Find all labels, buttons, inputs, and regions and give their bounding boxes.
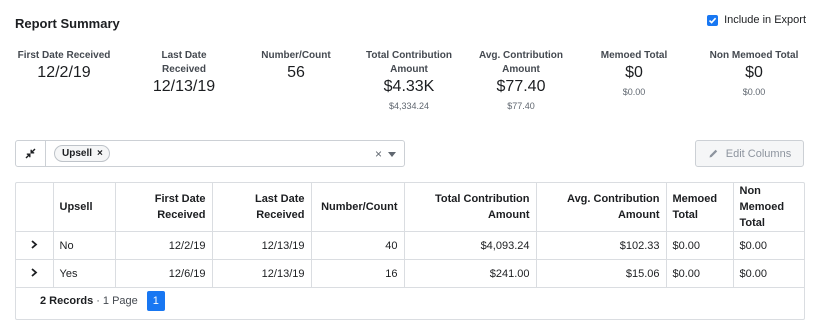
collapse-arrows-icon (25, 148, 36, 159)
stat-number-count: Number/Count 56 (261, 49, 330, 82)
stat-value: $0 (625, 64, 643, 81)
stat-label: Memoed Total (600, 50, 668, 61)
stat-last-date-received: Last Date Received 12/13/19 (153, 49, 215, 96)
chevron-right-icon (31, 267, 38, 277)
table-header-row: Upsell First Date Received Last Date Recei… (16, 183, 804, 232)
chevron-right-icon (31, 239, 38, 249)
column-header-expander (16, 183, 54, 232)
clear-icon[interactable]: × (375, 147, 382, 161)
cell-last-date: 12/13/19 (212, 231, 312, 260)
stat-first-date-received: First Date Received 12/2/19 (18, 49, 111, 82)
column-header-first-date[interactable]: First Date Received (115, 183, 213, 232)
table-row[interactable]: No 12/2/19 12/13/19 40 $4,093.24 $102.33… (16, 231, 804, 260)
stat-label: Last Date Received (161, 50, 207, 75)
collapse-button[interactable] (16, 141, 46, 166)
records-count: 2 Records (40, 295, 94, 307)
summary-stats: First Date Received 12/2/19 Last Date Rec… (0, 49, 820, 119)
edit-columns-label: Edit Columns (725, 147, 792, 160)
stat-value: $77.40 (496, 78, 546, 95)
stat-subvalue: $0.00 (622, 87, 646, 97)
checkbox-checked-icon[interactable] (707, 14, 719, 26)
column-header-memoed-total[interactable]: Memoed Total (666, 183, 734, 232)
row-expander[interactable] (16, 231, 54, 260)
stat-label: Avg. Contribution Amount (478, 50, 564, 75)
stat-value: 56 (287, 64, 305, 81)
results-table: Upsell First Date Received Last Date Recei… (15, 182, 805, 320)
stat-total-contribution: Total Contribution Amount $4.33K $4,334.2… (366, 49, 452, 112)
cell-avg-contribution: $102.33 (536, 231, 667, 260)
column-header-last-date[interactable]: Last Date Received (212, 183, 312, 232)
stat-subvalue: $0.00 (742, 87, 766, 97)
stat-label: First Date Received (17, 50, 111, 61)
pagination-footer: 2 Records · 1 Page 1 (16, 283, 804, 319)
column-header-number-count[interactable]: Number/Count (311, 183, 405, 232)
stat-label: Total Contribution Amount (366, 50, 452, 75)
stat-non-memoed-total: Non Memoed Total $0 $0.00 (710, 49, 799, 98)
chip-label: Upsell (62, 148, 93, 159)
column-header-avg-contribution[interactable]: Avg. Contribution Amount (536, 183, 667, 232)
column-header-total-contribution[interactable]: Total Contribution Amount (404, 183, 537, 232)
cell-memoed-total: $0.00 (666, 231, 734, 260)
include-in-export-label: Include in Export (724, 14, 806, 26)
stat-value: 12/2/19 (37, 64, 91, 81)
stat-subvalue: $4,334.24 (388, 101, 430, 111)
column-header-upsell[interactable]: Upsell (53, 183, 116, 232)
stat-avg-contribution: Avg. Contribution Amount $77.40 $77.40 (479, 49, 563, 112)
column-header-non-memoed-total[interactable]: Non Memoed Total (733, 183, 804, 232)
page-title: Report Summary (15, 16, 120, 31)
pencil-icon (709, 149, 717, 158)
stat-memoed-total: Memoed Total $0 $0.00 (601, 49, 667, 98)
cell-upsell: No (53, 231, 116, 260)
stat-label: Non Memoed Total (709, 50, 799, 61)
group-by-select[interactable]: Upsell × × (15, 140, 405, 167)
pages-count: · 1 Page (96, 295, 138, 307)
chevron-down-icon[interactable] (388, 152, 396, 157)
include-in-export-toggle[interactable]: Include in Export (707, 14, 806, 26)
edit-columns-button[interactable]: Edit Columns (695, 140, 804, 167)
stat-label: Number/Count (261, 50, 331, 61)
upsell-chip: Upsell × (54, 145, 110, 162)
chip-remove-icon[interactable]: × (97, 148, 103, 159)
cell-number-count: 40 (311, 231, 405, 260)
stat-subvalue: $77.40 (507, 101, 535, 111)
page-button-current[interactable]: 1 (146, 291, 165, 311)
stat-value: 12/13/19 (152, 78, 216, 95)
cell-non-memoed-total: $0.00 (733, 231, 804, 260)
cell-total-contribution: $4,093.24 (404, 231, 537, 260)
cell-first-date: 12/2/19 (115, 231, 213, 260)
stat-value: $4.33K (383, 78, 435, 95)
stat-value: $0 (745, 64, 763, 81)
